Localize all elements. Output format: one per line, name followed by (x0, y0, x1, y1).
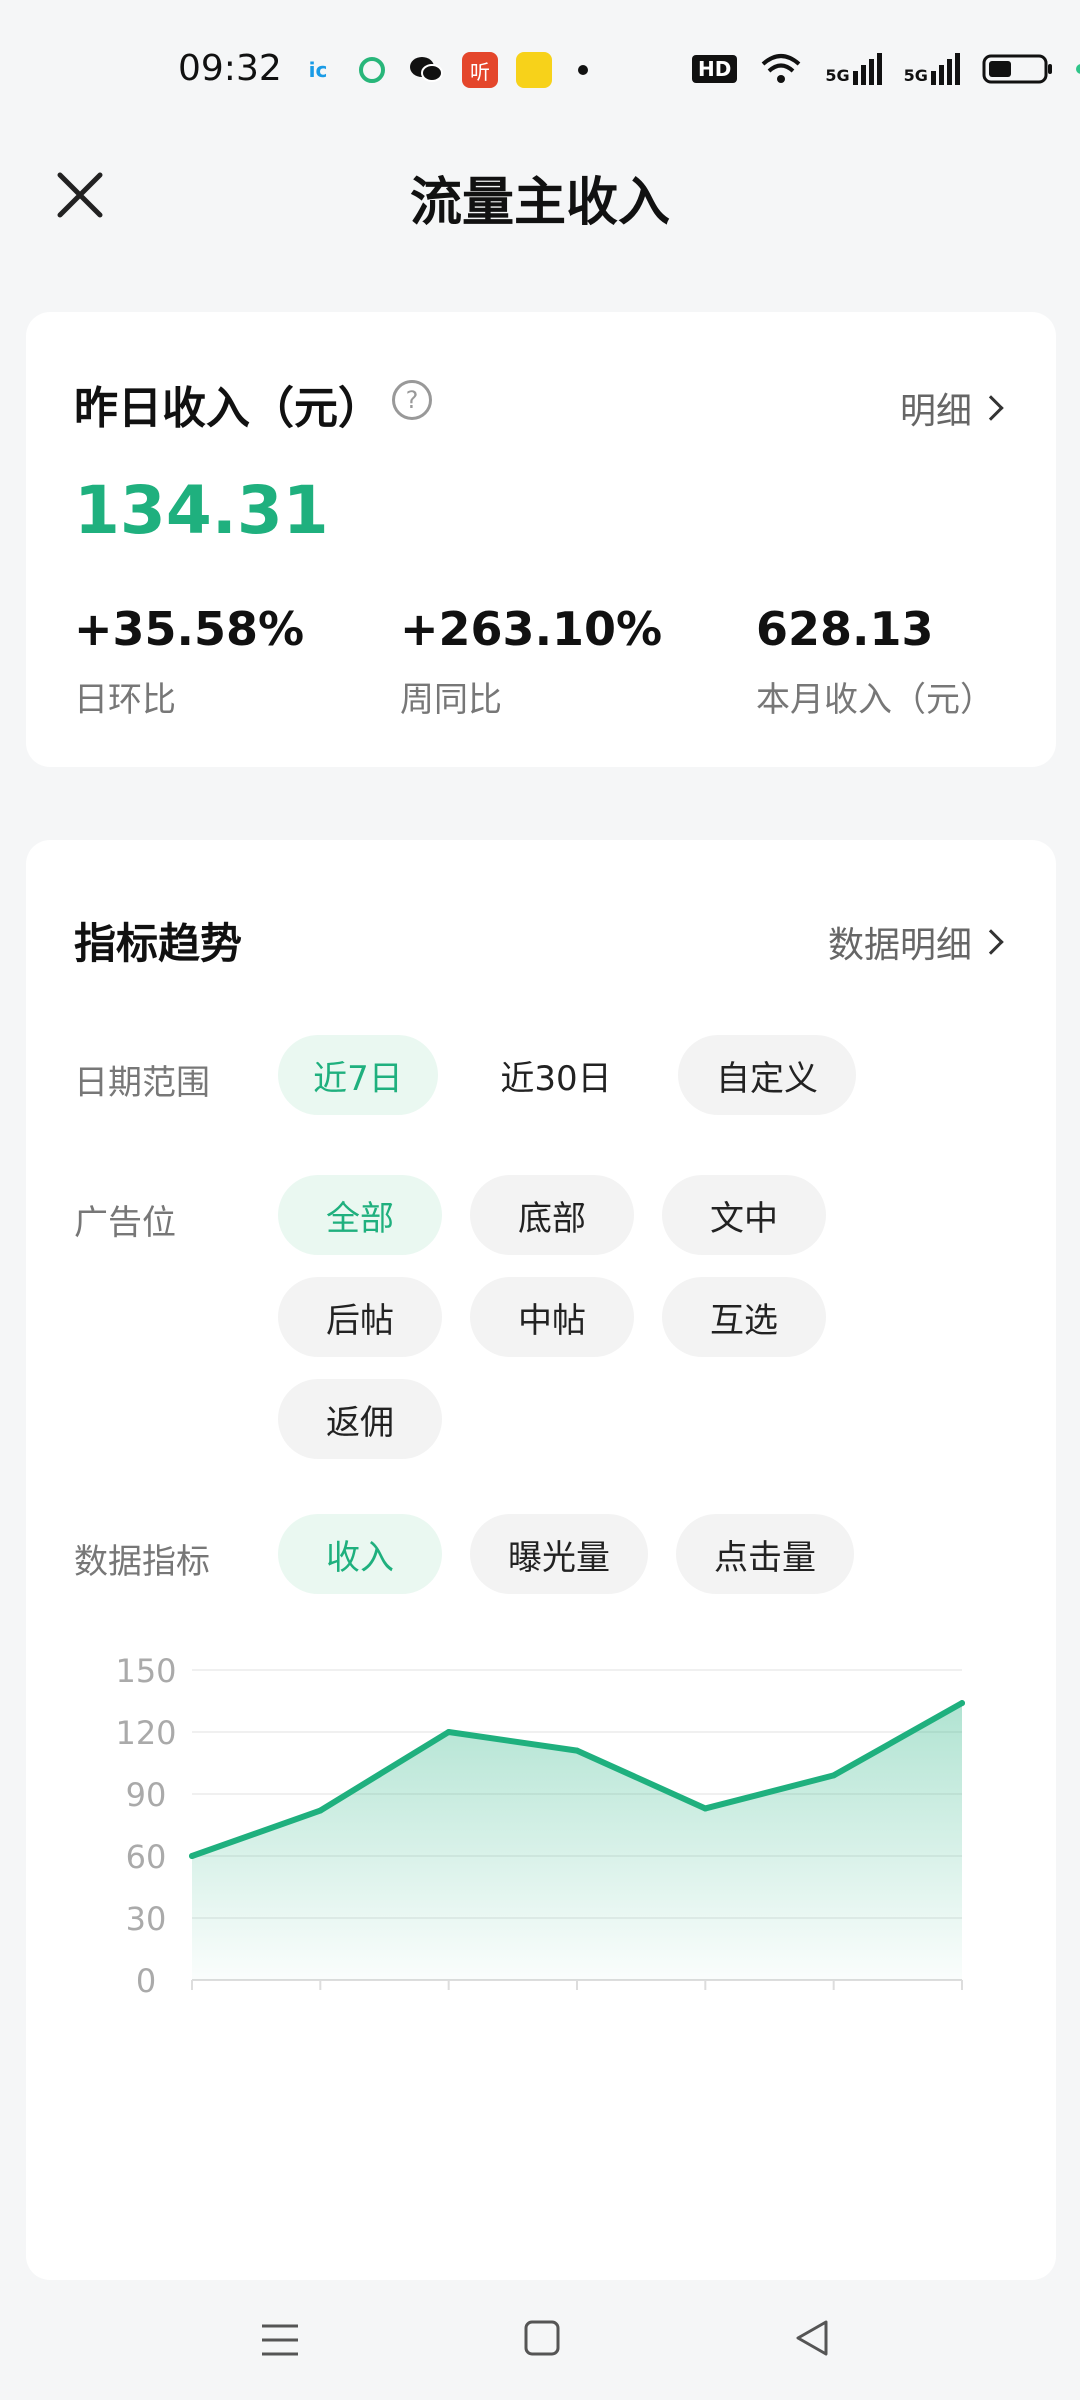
data-detail-link-label: 数据明细 (827, 925, 972, 966)
detail-link[interactable]: 明细 (899, 382, 1004, 434)
trend-card: 指标趋势 数据明细 日期范围 近7日 近30日 自定义 广告位 全部 底部 文中… (26, 840, 1056, 2280)
status-time: 09:32 (178, 48, 282, 89)
yesterday-income-title: 昨日收入（元） (74, 383, 382, 434)
yesterday-income-value: 134.31 (74, 472, 329, 549)
date-range-label: 日期范围 (74, 1063, 210, 1103)
stat-value: +35.58% (74, 602, 305, 656)
metric-impressions[interactable]: 曝光量 (470, 1514, 648, 1594)
stat-month-income: 628.13 本月收入（元） (756, 602, 994, 721)
data-point (445, 1729, 452, 1735)
ad-position-mutual[interactable]: 互选 (662, 1277, 826, 1357)
yesterday-income-card: 昨日收入（元） ? 明细 134.31 +35.58% 日环比 +263.10%… (26, 312, 1056, 767)
date-range-30d[interactable]: 近30日 (466, 1035, 646, 1115)
x-tick-label: 01/31 (146, 2006, 238, 2010)
date-range-7d[interactable]: 近7日 (278, 1035, 438, 1115)
detail-link-label: 明细 (899, 391, 972, 432)
data-point (574, 1747, 580, 1754)
x-tick-label: 02/03 (531, 2006, 623, 2010)
help-icon[interactable]: ? (392, 380, 432, 420)
more-dot-icon (578, 65, 588, 75)
area-fill (192, 1703, 962, 1980)
ad-position-post[interactable]: 后帖 (278, 1277, 442, 1357)
data-point (189, 1853, 195, 1859)
back-icon[interactable] (792, 2318, 832, 2358)
status-bar: 09:32 ic 听 HD 5G 5G (0, 0, 1080, 140)
menu-icon[interactable] (258, 2320, 302, 2360)
ad-position-bottom[interactable]: 底部 (470, 1175, 634, 1255)
y-tick-label: 90 (126, 1776, 167, 1814)
trend-title: 指标趋势 (74, 919, 243, 968)
date-range-custom[interactable]: 自定义 (678, 1035, 856, 1115)
income-trend-chart: 0 30 60 90 120 150 01/31 02/01 02/02 02/03 02/04 02… (115, 1652, 1008, 2010)
stat-week-over-week: +263.10% 周同比 (400, 602, 662, 721)
signal-icon-2: 5G (904, 53, 960, 85)
header: 流量主收入 (0, 140, 1080, 300)
stat-value: +263.10% (400, 602, 663, 656)
data-point (959, 1700, 965, 1707)
x-tick-label: 02/02 (403, 2006, 495, 2010)
y-tick-label: 30 (126, 1900, 167, 1938)
stat-value: 628.13 (756, 602, 934, 656)
ad-position-inline[interactable]: 文中 (662, 1175, 826, 1255)
x-tick-label: 02/04 (659, 2006, 751, 2010)
x-tick-label: 02/05 (788, 2006, 880, 2010)
chevron-right-icon (978, 395, 1004, 421)
game-icon (516, 52, 552, 88)
notification-icons: ic 听 (300, 52, 588, 88)
stat-label: 周同比 (400, 680, 502, 720)
stat-label: 日环比 (74, 680, 176, 720)
ad-position-all[interactable]: 全部 (278, 1175, 442, 1255)
wechat-icon (408, 52, 444, 88)
stat-day-over-day: +35.58% 日环比 (74, 602, 304, 721)
metric-income[interactable]: 收入 (278, 1514, 442, 1594)
system-nav-bar (0, 2280, 1080, 2400)
stat-label: 本月收入（元） (756, 680, 994, 720)
ad-position-mid[interactable]: 中帖 (470, 1277, 634, 1357)
x-tick-label: 02/01 (274, 2006, 366, 2010)
listen-icon: 听 (462, 52, 498, 88)
y-tick-label: 150 (115, 1652, 176, 1690)
battery-icon (982, 54, 1052, 84)
chevron-right-icon (978, 929, 1004, 955)
data-point (702, 1805, 709, 1812)
metric-clicks[interactable]: 点击量 (676, 1514, 854, 1594)
metric-label: 数据指标 (74, 1542, 210, 1582)
page-title: 流量主收入 (409, 173, 670, 233)
y-tick-label: 0 (136, 1962, 156, 2000)
ad-position-rebate[interactable]: 返佣 (278, 1379, 442, 1459)
data-point (317, 1807, 324, 1814)
y-tick-label: 120 (115, 1714, 176, 1752)
wifi-icon (762, 54, 801, 83)
hd-icon: HD (692, 55, 738, 83)
home-icon[interactable] (522, 2318, 562, 2358)
data-point (830, 1772, 837, 1779)
data-detail-link[interactable]: 数据明细 (827, 916, 1004, 968)
x-tick-label: 02/06 (916, 2006, 1008, 2010)
app-icon (354, 52, 390, 88)
signal-icon-1: 5G (825, 53, 882, 85)
y-tick-label: 60 (126, 1838, 167, 1876)
charging-dot-icon (1075, 64, 1080, 74)
notes-icon: ic (308, 58, 328, 82)
system-indicators: HD 5G 5G (692, 52, 1080, 86)
ad-position-label: 广告位 (74, 1203, 176, 1243)
